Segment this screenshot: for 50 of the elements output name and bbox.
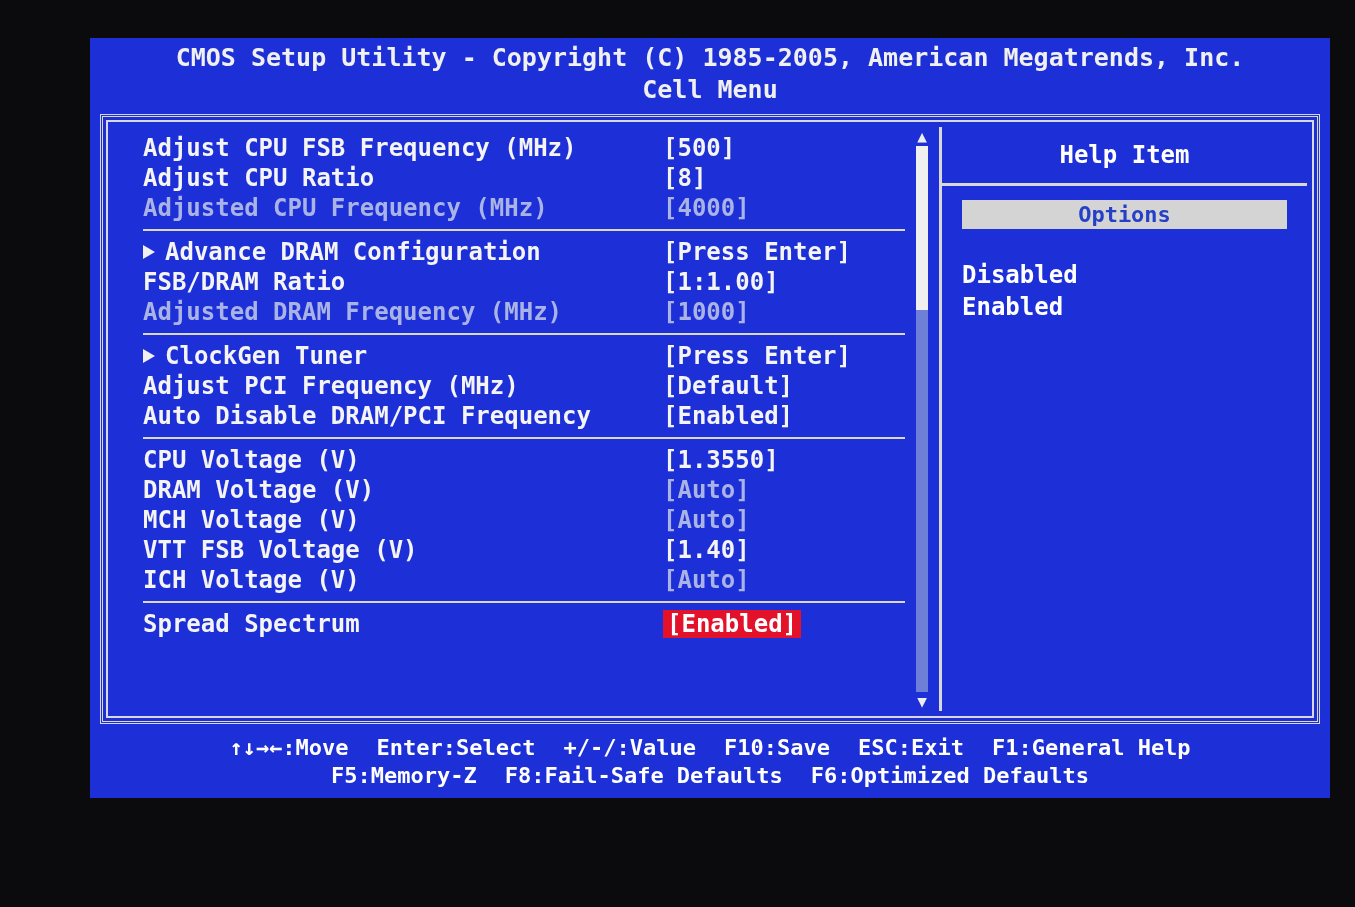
help-option: Enabled: [962, 291, 1287, 323]
setting-label[interactable]: Auto Disable DRAM/PCI Frequency: [143, 402, 591, 430]
scroll-down-arrow[interactable]: ▼: [917, 692, 927, 711]
header-title: CMOS Setup Utility - Copyright (C) 1985-2005, American Megatrends, Inc.: [174, 42, 1246, 74]
setting-value[interactable]: [1.40]: [663, 536, 750, 564]
key-hint: F8:Fail-Safe Defaults: [504, 762, 783, 790]
key-hint: ↑↓→←:Move: [229, 734, 349, 762]
setting-label[interactable]: ClockGen Tuner: [165, 342, 368, 370]
setting-value[interactable]: [Auto]: [663, 506, 750, 534]
setting-label[interactable]: Spread Spectrum: [143, 610, 360, 638]
setting-value[interactable]: [1000]: [663, 298, 750, 326]
help-title: Help Item: [942, 127, 1307, 186]
key-hint: F5:Memory-Z: [331, 762, 477, 790]
setting-value[interactable]: [8]: [663, 164, 707, 192]
setting-value[interactable]: [500]: [663, 134, 736, 162]
options-header: Options: [962, 200, 1287, 229]
setting-value[interactable]: [1.3550]: [663, 446, 779, 474]
key-hint: F10:Save: [724, 734, 830, 762]
key-hint: Enter:Select: [376, 734, 536, 762]
setting-label[interactable]: DRAM Voltage (V): [143, 476, 375, 504]
setting-label[interactable]: Adjust PCI Frequency (MHz): [143, 372, 519, 400]
setting-label[interactable]: Adjusted DRAM Frequency (MHz): [143, 298, 563, 326]
setting-label[interactable]: Adjusted CPU Frequency (MHz): [143, 194, 548, 222]
setting-label[interactable]: VTT FSB Voltage (V): [143, 536, 418, 564]
key-hint: ESC:Exit: [857, 734, 964, 762]
setting-label[interactable]: CPU Voltage (V): [143, 446, 360, 474]
setting-value[interactable]: [Default]: [663, 372, 794, 400]
setting-label[interactable]: ICH Voltage (V): [143, 566, 360, 594]
key-hint: F6:Optimized Defaults: [810, 762, 1089, 790]
setting-value[interactable]: [Press Enter]: [663, 342, 851, 370]
setting-value[interactable]: [Enabled]: [663, 610, 802, 638]
setting-label[interactable]: FSB/DRAM Ratio: [143, 268, 346, 296]
scroll-up-arrow[interactable]: ▲: [917, 127, 927, 146]
setting-value[interactable]: [1:1.00]: [663, 268, 779, 296]
key-hint: +/-/:Value: [563, 734, 696, 762]
setting-value[interactable]: [Auto]: [663, 476, 750, 504]
setting-label[interactable]: MCH Voltage (V): [143, 506, 360, 534]
setting-label[interactable]: Advance DRAM Configuration: [165, 238, 541, 266]
setting-label[interactable]: Adjust CPU Ratio: [143, 164, 375, 192]
setting-value[interactable]: [Press Enter]: [663, 238, 851, 266]
setting-value[interactable]: [Enabled]: [663, 402, 794, 430]
menu-title: Cell Menu: [641, 74, 779, 106]
help-option: Disabled: [962, 259, 1287, 291]
setting-value[interactable]: [4000]: [663, 194, 750, 222]
key-hint: F1:General Help: [991, 734, 1191, 762]
scrollbar-thumb[interactable]: [916, 146, 928, 310]
submenu-triangle-icon: [143, 245, 155, 259]
setting-value[interactable]: [Auto]: [663, 566, 750, 594]
submenu-triangle-icon: [143, 349, 155, 363]
setting-label[interactable]: Adjust CPU FSB Frequency (MHz): [143, 134, 577, 162]
